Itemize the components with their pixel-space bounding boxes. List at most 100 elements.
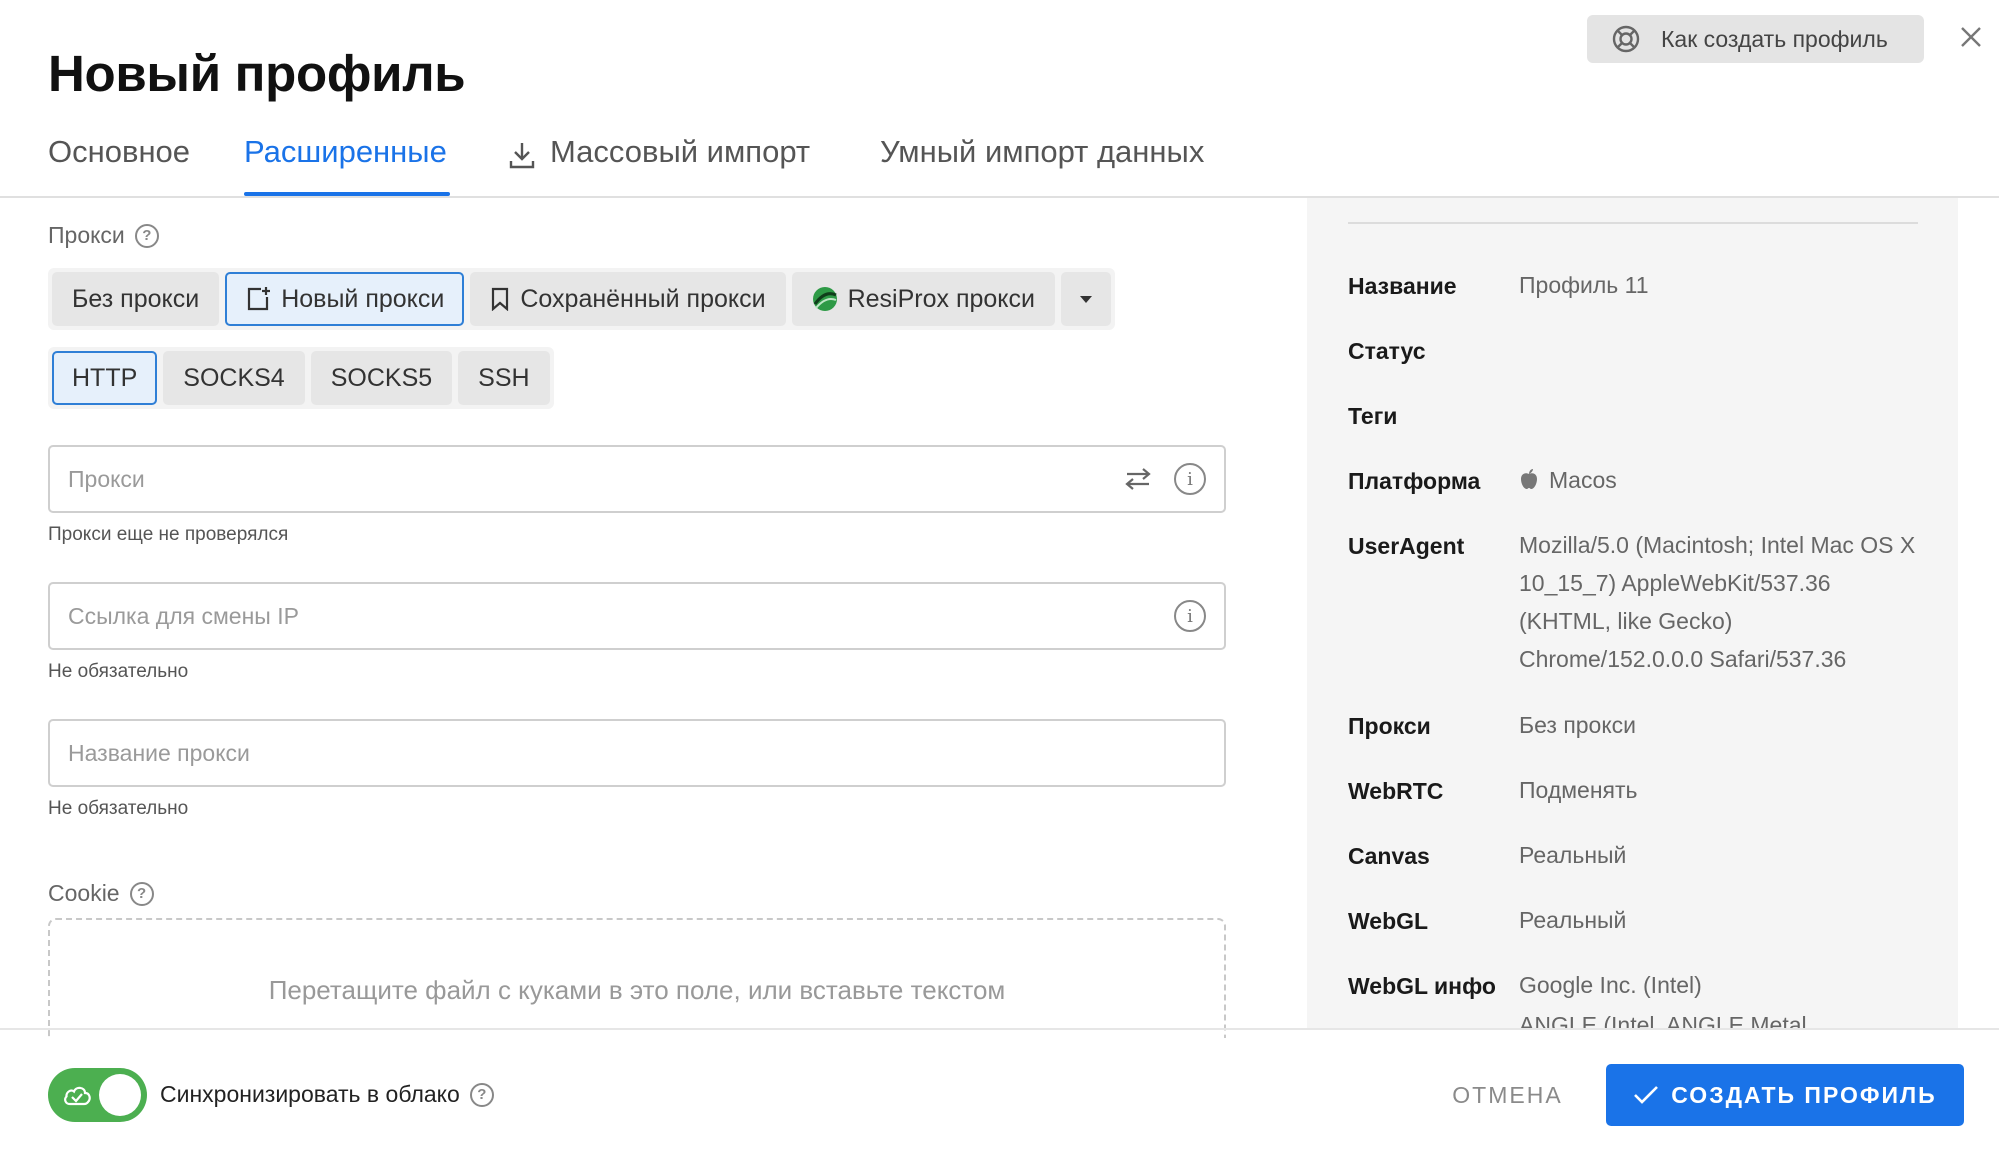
summary-value: Реальный [1519,907,1627,933]
proxy-name-hint: Не обязательно [48,798,189,819]
mode-label: Сохранённый прокси [520,284,766,313]
summary-value: Реальный [1519,842,1627,868]
cancel-button[interactable]: ОТМЕНА [1430,1066,1585,1124]
new-proxy-icon [248,287,271,311]
type-label: HTTP [72,363,138,392]
proxy-field: i [48,445,1226,513]
type-label: SOCKS5 [330,363,433,392]
new-profile-dialog: Новый профиль Как создать профиль Основн… [0,0,1999,1166]
proxy-input[interactable] [68,465,1124,493]
summary-value: Mozilla/5.0 (Macintosh; Intel Mac OS X 1… [1519,532,1916,672]
download-icon [509,143,535,169]
cookie-dropzone[interactable]: Перетащите файл с куками в это поле, или… [48,918,1226,1038]
summary-value: Macos [1519,461,1617,499]
summary-row-name: Название Профиль 11 [1348,272,1918,304]
proxy-type-ssh[interactable]: SSH [458,351,550,405]
proxy-mode-more-dropdown[interactable] [1060,272,1111,326]
profile-summary-panel: Название Профиль 11 Статус Теги Платформ… [1307,198,1958,1028]
footer-divider [0,1028,1999,1030]
proxy-section-label: Прокси ? [48,222,159,249]
tab-label: Расширенные [244,134,447,169]
summary-value: ANGLE (Intel, ANGLE Metal [1519,1012,1807,1028]
how-to-create-profile-button[interactable]: Как создать профиль [1587,15,1924,63]
summary-row-webrtc: WebRTC Подменять [1348,777,1918,809]
proxy-type-socks4[interactable]: SOCKS4 [163,351,305,405]
sync-label-text: Синхронизировать в облако [160,1081,460,1107]
tab-basic[interactable]: Основное [48,128,244,198]
summary-divider [1348,222,1918,224]
proxy-hint: Прокси еще не проверялся [48,524,289,545]
mode-label: ResiProx прокси [847,284,1035,313]
summary-key: Прокси [1348,713,1431,739]
cloud-sync-toggle[interactable] [48,1068,147,1122]
summary-value: Google Inc. (Intel) [1519,972,1702,998]
help-label: Как создать профиль [1661,25,1888,52]
summary-key: Статус [1348,338,1426,364]
tab-bar: Основное Расширенные Массовый импорт Умн… [48,128,1204,198]
type-label: SOCKS4 [183,363,285,392]
tab-bulk-import[interactable]: Массовый импорт [508,128,824,198]
tab-label: Умный импорт данных [880,134,1205,169]
proxy-name-input[interactable] [68,739,1206,767]
info-icon[interactable]: i [1174,463,1206,495]
info-icon[interactable]: i [1174,600,1206,632]
proxy-type-http[interactable]: HTTP [52,351,158,405]
summary-value: Без прокси [1519,712,1637,738]
cookie-label-text: Cookie [48,880,120,906]
summary-key [1348,1013,1519,1028]
page-title: Новый профиль [48,45,466,102]
summary-key: Canvas [1348,843,1430,869]
tab-advanced[interactable]: Расширенные [244,128,450,198]
ip-change-link-field: i [48,582,1226,650]
proxy-type-socks5[interactable]: SOCKS5 [310,351,453,405]
ip-change-link-input[interactable] [68,602,1174,630]
create-label: СОЗДАТЬ ПРОФИЛЬ [1671,1081,1937,1108]
close-icon[interactable] [1958,24,1984,50]
summary-key: WebRTC [1348,778,1444,804]
lifebuoy-icon [1612,25,1640,53]
summary-row-webgl-info-cont: ANGLE (Intel, ANGLE Metal [1348,1012,1918,1028]
tab-label: Массовый импорт [550,134,811,169]
summary-key: Платформа [1348,468,1481,494]
cancel-label: ОТМЕНА [1452,1081,1563,1108]
summary-value: Профиль 11 [1519,272,1649,298]
apple-icon [1521,469,1537,489]
toggle-knob [99,1074,141,1116]
caret-down-icon [1079,296,1092,303]
summary-key: Название [1348,273,1457,299]
summary-key: WebGL [1348,908,1429,934]
create-profile-button[interactable]: СОЗДАТЬ ПРОФИЛЬ [1606,1064,1964,1126]
proxy-label-text: Прокси [48,222,125,248]
proxy-mode-new[interactable]: Новый прокси [225,272,465,326]
summary-row-status: Статус [1348,338,1918,365]
summary-row-platform: Платформа Macos [1348,467,1918,499]
proxy-mode-selector: Без прокси Новый прокси Сохранённый прок… [48,268,1115,330]
summary-value: Подменять [1519,777,1638,803]
cloud-sync-label: Синхронизировать в облако ? [160,1081,494,1108]
proxy-mode-none[interactable]: Без прокси [52,272,220,326]
cloud-check-icon [64,1086,91,1106]
ip-change-link-hint: Не обязательно [48,661,189,682]
help-question-icon[interactable]: ? [129,881,154,906]
summary-key: Теги [1348,403,1398,429]
help-question-icon[interactable]: ? [469,1082,494,1107]
summary-row-webgl: WebGL Реальный [1348,907,1918,939]
platform-value: Macos [1549,467,1617,493]
tab-smart-import[interactable]: Умный импорт данных [880,128,1204,198]
type-label: SSH [478,363,530,392]
summary-row-tags: Теги [1348,403,1918,430]
summary-row-useragent: UserAgent Mozilla/5.0 (Macintosh; Intel … [1348,532,1918,678]
help-question-icon[interactable]: ? [134,223,159,248]
bookmark-icon [492,287,509,311]
resiprox-logo-icon [812,287,837,311]
proxy-mode-resiprox[interactable]: ResiProx прокси [791,272,1055,326]
summary-row-canvas: Canvas Реальный [1348,842,1918,874]
summary-row-webgl-info: WebGL инфо Google Inc. (Intel) [1348,972,1918,1004]
swap-arrows-icon[interactable] [1124,466,1152,492]
check-icon [1634,1086,1659,1104]
proxy-mode-saved[interactable]: Сохранённый прокси [470,272,786,326]
mode-label: Без прокси [72,284,200,313]
mode-label: Новый прокси [281,284,445,313]
proxy-name-field [48,719,1226,787]
summary-row-proxy: Прокси Без прокси [1348,712,1918,744]
